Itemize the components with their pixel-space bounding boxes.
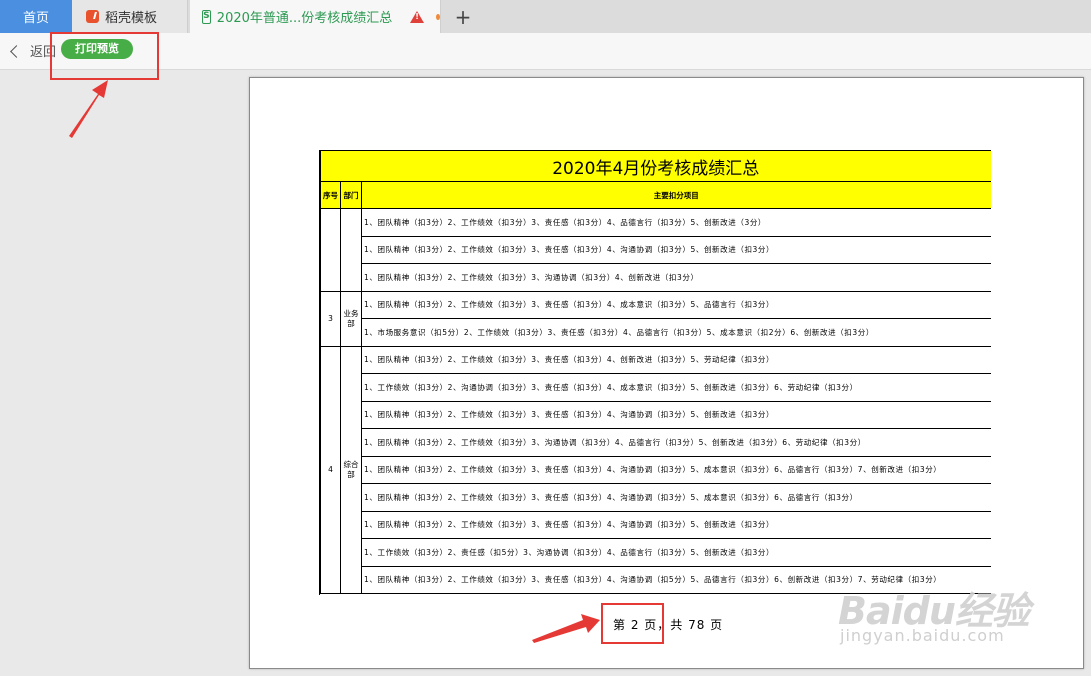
highlight-box-page-indicator xyxy=(601,603,664,644)
cell-deduction-items: 1、团队精神（扣3分）2、工作绩效（扣3分）3、沟通协调（扣3分）4、品德言行（… xyxy=(360,428,991,457)
highlight-box-print-preview xyxy=(50,32,159,80)
cell-deduction-items: 1、团队精神（扣3分）2、工作绩效（扣3分）3、责任感（扣3分）4、品德言行（扣… xyxy=(360,208,991,237)
spreadsheet-icon: S xyxy=(202,9,211,24)
cell-seq: 4 xyxy=(320,345,341,594)
table-row: 1、团队精神（扣3分）2、工作绩效（扣3分）3、责任感（扣3分）4、沟通协调（扣… xyxy=(321,400,991,429)
cell-deduction-items: 1、工作绩效（扣3分）2、沟通协调（扣3分）3、责任感（扣3分）4、成本意识（扣… xyxy=(360,373,991,402)
cell-deduction-items: 1、团队精神（扣3分）2、工作绩效（扣3分）3、责任感（扣3分）4、成本意识（扣… xyxy=(360,290,991,319)
table-row: 1、工作绩效（扣3分）2、责任感（扣5分）3、沟通协调（扣3分）4、品德言行（扣… xyxy=(321,538,991,567)
cell-seq: 3 xyxy=(320,290,341,347)
cell-deduction-items: 1、市场服务意识（扣5分）2、工作绩效（扣3分）3、责任感（扣3分）4、品德言行… xyxy=(360,318,991,347)
tab-bar: 首页 稻壳模板 S 2020年普通...份考核成绩汇总 + xyxy=(0,0,1091,34)
cell-deduction-items: 1、团队精神（扣3分）2、工作绩效（扣3分）3、责任感（扣3分）4、沟通协调（扣… xyxy=(360,235,991,264)
docer-logo-icon xyxy=(86,10,99,23)
cell-dept: 综合部 xyxy=(340,345,362,594)
table-row: 1、团队精神（扣3分）2、工作绩效（扣3分）3、责任感（扣3分）4、沟通协调（扣… xyxy=(321,455,991,484)
tab-home[interactable]: 首页 xyxy=(0,0,72,33)
tab-docer-label: 稻壳模板 xyxy=(105,11,158,26)
cell-seq xyxy=(320,208,341,292)
cell-dept xyxy=(340,208,362,292)
cell-deduction-items: 1、团队精神（扣3分）2、工作绩效（扣3分）3、责任感（扣3分）4、沟通协调（扣… xyxy=(360,510,991,539)
arrow-to-print-preview xyxy=(69,80,108,138)
table-row: 1、团队精神（扣3分）2、工作绩效（扣3分）3、责任感（扣3分）4、沟通协调（扣… xyxy=(321,235,991,264)
tab-active-document[interactable]: S 2020年普通...份考核成绩汇总 xyxy=(190,0,441,33)
table-row: 1、工作绩效（扣3分）2、沟通协调（扣3分）3、责任感（扣3分）4、成本意识（扣… xyxy=(321,373,991,402)
cell-dept: 业务部 xyxy=(340,290,362,347)
chevron-left-icon xyxy=(10,44,23,58)
cell-deduction-items: 1、工作绩效（扣3分）2、责任感（扣5分）3、沟通协调（扣3分）4、品德言行（扣… xyxy=(360,538,991,567)
cell-deduction-items: 1、团队精神（扣3分）2、工作绩效（扣3分）3、责任感（扣3分）4、沟通协调（扣… xyxy=(360,483,991,512)
table-row: 1、团队精神（扣3分）2、工作绩效（扣3分）3、责任感（扣3分）4、沟通协调（扣… xyxy=(321,483,991,512)
unsaved-dot-icon xyxy=(436,13,440,20)
table-row: 1、团队精神（扣3分）2、工作绩效（扣3分）3、沟通协调（扣3分）4、品德言行（… xyxy=(321,428,991,457)
cell-deduction-items: 1、团队精神（扣3分）2、工作绩效（扣3分）3、责任感（扣3分）4、创新改进（扣… xyxy=(360,345,991,374)
table-row: 3 业务部 1、团队精神（扣3分）2、工作绩效（扣3分）3、责任感（扣3分）4、成本… xyxy=(320,290,991,347)
cell-deduction-items: 1、团队精神（扣3分）2、工作绩效（扣3分）3、沟通协调（扣3分）4、创新改进（… xyxy=(360,263,991,292)
header-seq: 序号 xyxy=(320,181,341,209)
toolbar: 返回 打印预览 xyxy=(0,33,1091,70)
header-items: 主要扣分项目 xyxy=(360,181,991,209)
cell-deduction-items: 1、团队精神（扣3分）2、工作绩效（扣3分）3、责任感（扣3分）4、沟通协调（扣… xyxy=(360,400,991,429)
header-dept: 部门 xyxy=(340,181,362,209)
tab-docer-templates[interactable]: 稻壳模板 xyxy=(72,0,188,33)
table-row: 1、团队精神（扣3分）2、工作绩效（扣3分）3、责任感（扣3分）4、品德言行（扣… xyxy=(320,208,991,292)
table-row: 1、团队精神（扣3分）2、工作绩效（扣3分）3、责任感（扣3分）4、沟通协调（扣… xyxy=(321,510,991,539)
cell-deduction-items: 1、团队精神（扣3分）2、工作绩效（扣3分）3、责任感（扣3分）4、沟通协调（扣… xyxy=(360,455,991,484)
table-row: 1、团队精神（扣3分）2、工作绩效（扣3分）3、沟通协调（扣3分）4、创新改进（… xyxy=(321,263,991,292)
table-row: 1、市场服务意识（扣5分）2、工作绩效（扣3分）3、责任感（扣3分）4、品德言行… xyxy=(321,318,991,347)
score-table: 2020年4月份考核成绩汇总 序号 部门 主要扣分项目 1、团队精神（扣3分）2… xyxy=(320,150,991,594)
table-row: 4 综合部 1、团队精神（扣3分）2、工作绩效（扣3分）3、责任感（扣3分）4、创新… xyxy=(320,345,991,594)
spreadsheet-area: 2020年4月份考核成绩汇总 序号 部门 主要扣分项目 1、团队精神（扣3分）2… xyxy=(319,150,991,595)
sheet-title: 2020年4月份考核成绩汇总 xyxy=(320,150,991,182)
tab-active-label: 2020年普通...份考核成绩汇总 xyxy=(216,11,393,26)
new-tab-button[interactable]: + xyxy=(452,0,474,33)
warning-icon xyxy=(410,10,425,23)
baidu-watermark-url: jingyan.baidu.com xyxy=(840,626,1005,645)
